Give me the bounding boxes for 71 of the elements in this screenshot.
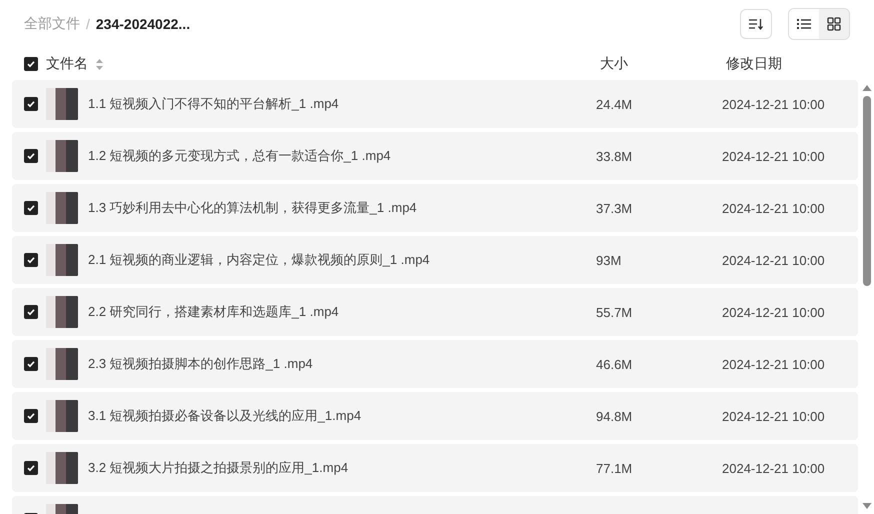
file-name: 3.2 短视频大片拍摄之拍摄景别的应用_1.mp4 xyxy=(88,459,350,477)
file-row[interactable]: 1.3 巧妙利用去中心化的算法机制，获得更多流量_1 .mp4 37.3M 2024-12-21 10:00 xyxy=(12,184,858,232)
breadcrumb-item[interactable]: 234-2024022... xyxy=(96,16,190,32)
modified-date: 2024-12-21 10:00 xyxy=(722,148,826,164)
modified-date: 2024-12-21 10:00 xyxy=(722,356,826,372)
checkbox[interactable] xyxy=(24,57,38,71)
checkbox[interactable] xyxy=(24,253,38,267)
file-name: 2.2 研究同行，搭建素材库和选题库_1 .mp4 xyxy=(88,303,340,321)
photo-placeholder xyxy=(46,88,78,120)
column-header[interactable]: 文件名 xyxy=(46,55,88,73)
file-size: 37.3M xyxy=(596,200,634,216)
file-row[interactable]: 3.1 短视频拍摄必备设备以及光线的应用_1.mp4 94.8M 2024-12-21 10:00 xyxy=(12,392,858,440)
modified-date: 2024-12-21 10:00 xyxy=(722,96,826,112)
photo-placeholder xyxy=(46,348,78,380)
file-size: 93M xyxy=(596,252,622,268)
file-row[interactable]: 1.1 短视频入门不得不知的平台解析_1 .mp4 24.4M 2024-12-21 10:00 xyxy=(12,80,858,128)
check-icon xyxy=(26,411,36,421)
file-row[interactable]: 2.1 短视频的商业逻辑，内容定位，爆款视频的原则_1 .mp4 93M 2024-12-21 10:00 xyxy=(12,236,858,284)
photo-placeholder xyxy=(46,400,78,432)
check-icon xyxy=(26,255,36,265)
file-name: 1.3 巧妙利用去中心化的算法机制，获得更多流量_1 .mp4 xyxy=(88,199,418,217)
check-icon xyxy=(26,59,36,69)
checkbox[interactable] xyxy=(24,149,38,163)
check-icon xyxy=(26,151,36,161)
sort-button[interactable] xyxy=(740,9,772,39)
check-icon xyxy=(26,203,36,213)
photo-placeholder xyxy=(46,192,78,224)
file-size: 55.7M xyxy=(596,304,634,320)
file-name: 1.1 短视频入门不得不知的平台解析_1 .mp4 xyxy=(88,95,340,113)
file-size: 94.8M xyxy=(596,408,634,424)
photo-placeholder xyxy=(46,140,78,172)
photo-placeholder xyxy=(46,452,78,484)
photo-placeholder xyxy=(46,244,78,276)
file-name: 1.2 短视频的多元变现方式，总有一款适合你_1 .mp4 xyxy=(88,147,392,165)
checkbox[interactable] xyxy=(24,357,38,371)
file-row[interactable]: 2.2 研究同行，搭建素材库和选题库_1 .mp4 55.7M 2024-12-21 10:00 xyxy=(12,288,858,336)
check-icon xyxy=(26,99,36,109)
file-size: 77.1M xyxy=(596,460,634,476)
checkbox[interactable] xyxy=(24,201,38,215)
file-row[interactable]: 2.3 短视频拍摄脚本的创作思路_1 .mp4 46.6M 2024-12-21 10:00 xyxy=(12,340,858,388)
file-row[interactable]: 3.2 短视频大片拍摄之拍摄景别的应用_1.mp4 77.1M 2024-12-21 10:00 xyxy=(12,444,858,492)
check-icon xyxy=(26,307,36,317)
modified-date: 2024-12-21 10:00 xyxy=(722,252,826,268)
check-icon xyxy=(26,359,36,369)
checkbox[interactable] xyxy=(24,409,38,423)
modified-date: 2024-12-21 10:00 xyxy=(722,304,826,320)
scroll-up-icon[interactable] xyxy=(862,84,872,92)
modified-date: 2024-12-21 10:00 xyxy=(722,460,826,476)
modified-date: 2024-12-21 10:00 xyxy=(722,200,826,216)
modified-date: 2024-12-21 10:00 xyxy=(722,408,826,424)
file-size: 46.6M xyxy=(596,356,634,372)
checkbox[interactable] xyxy=(24,97,38,111)
sort-icon xyxy=(749,18,763,30)
breadcrumb-separator: / xyxy=(86,16,90,32)
file-row[interactable]: 1.2 短视频的多元变现方式，总有一款适合你_1 .mp4 33.8M 2024-12-21 10:00 xyxy=(12,132,858,180)
check-icon xyxy=(26,463,36,473)
checkbox[interactable] xyxy=(24,305,38,319)
scrollbar-thumb[interactable] xyxy=(863,96,871,286)
list-icon xyxy=(797,18,811,30)
grid-icon xyxy=(827,17,841,31)
file-name: 2.1 短视频的商业逻辑，内容定位，爆款视频的原则_1 .mp4 xyxy=(88,251,431,269)
file-name: 2.3 短视频拍摄脚本的创作思路_1 .mp4 xyxy=(88,355,314,373)
scroll-down-icon[interactable] xyxy=(862,502,872,510)
file-size: 24.4M xyxy=(596,96,634,112)
file-name: 3.1 短视频拍摄必备设备以及光线的应用_1.mp4 xyxy=(88,407,362,425)
grid-view-button[interactable] xyxy=(819,9,849,39)
file-size: 33.8M xyxy=(596,148,634,164)
column-header: 修改日期 xyxy=(726,55,783,73)
column-header: 大小 xyxy=(600,55,629,73)
checkbox[interactable] xyxy=(24,461,38,475)
photo-placeholder xyxy=(46,296,78,328)
